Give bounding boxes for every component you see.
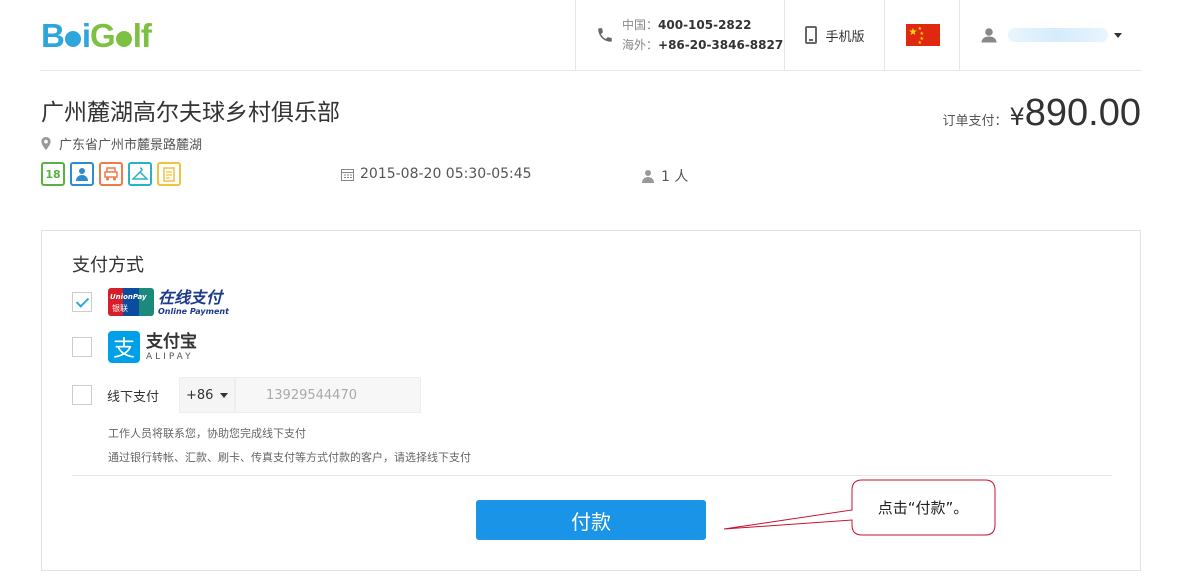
top-header: Bi Glf 中国：400-105-2822 海外：+86-20-3846-882… [41, 0, 1141, 71]
username-redacted [1008, 28, 1108, 42]
cart-icon [99, 162, 123, 186]
unionpay-checkbox[interactable] [72, 292, 92, 312]
club-name: 广州麓湖高尔夫球乡村俱乐部 [41, 100, 340, 126]
offline-checkbox[interactable] [72, 385, 92, 405]
mobile-phone-icon [805, 26, 818, 44]
annotation-callout: 点击“付款”。 [877, 499, 969, 517]
phone-input[interactable] [235, 377, 422, 413]
facility-icons: 18 [41, 162, 181, 186]
18-holes-icon: 18 [41, 162, 65, 186]
payment-option-unionpay[interactable]: UnionPay 银联 在线支付 Online Payment [72, 288, 229, 316]
order-total: 订单支付： ¥ 890.00 [942, 92, 1141, 134]
payment-method-title: 支付方式 [72, 255, 144, 276]
mobile-version-link[interactable]: 手机版 [784, 0, 885, 70]
user-icon [981, 28, 997, 43]
offline-payment-label: 线下支付 [107, 389, 160, 405]
tee-time: 2015-08-20 05:30-05:45 [341, 166, 532, 182]
chevron-down-icon[interactable] [1114, 32, 1122, 38]
offline-note-1: 工作人员将联系您，协助您完成线下支付 [108, 427, 306, 440]
divider [72, 475, 1112, 476]
caddie-icon [70, 162, 94, 186]
phone-icon [598, 28, 612, 42]
offline-note-2: 通过银行转帐、汇款、刷卡、传真支付等方式付款的客户，请选择线下支付 [108, 451, 471, 464]
golf-ball-icon [64, 31, 81, 47]
person-icon [642, 170, 654, 183]
hotline-china: 中国：400-105-2822 [622, 18, 752, 32]
calendar-icon [341, 168, 354, 181]
unionpay-icon: UnionPay 银联 [108, 288, 154, 316]
user-menu[interactable] [959, 0, 1141, 70]
region-selector[interactable]: ★ ★ ★ ★ ★ [884, 0, 960, 70]
club-address: 广东省广州市麓景路麓湖 [41, 134, 202, 153]
chevron-down-icon [220, 393, 229, 398]
alipay-checkbox[interactable] [72, 337, 92, 357]
hotline-overseas: 海外：+86-20-3846-8827 [622, 38, 784, 52]
payment-option-alipay[interactable]: 支 支付宝 ALIPAY [72, 331, 197, 363]
pay-button[interactable]: 付款 [476, 500, 706, 540]
location-pin-icon [41, 137, 51, 150]
china-flag-icon: ★ ★ ★ ★ ★ [905, 24, 940, 46]
scorecard-icon [157, 162, 181, 186]
alipay-icon: 支 [108, 331, 140, 363]
player-count: 1 人 [641, 166, 688, 186]
hotline-section: 中国：400-105-2822 海外：+86-20-3846-8827 [575, 0, 784, 70]
unionpay-logo[interactable]: UnionPay 银联 在线支付 Online Payment [108, 288, 229, 316]
alipay-logo[interactable]: 支 支付宝 ALIPAY [108, 331, 197, 363]
payment-option-offline[interactable]: 线下支付 +86 [72, 377, 422, 413]
golf-ball-icon [115, 31, 132, 47]
total-amount: 890.00 [1024, 92, 1141, 134]
baigolf-logo[interactable]: Bi Glf [41, 16, 152, 56]
locker-icon [128, 162, 152, 186]
country-code-select[interactable]: +86 [179, 377, 236, 413]
